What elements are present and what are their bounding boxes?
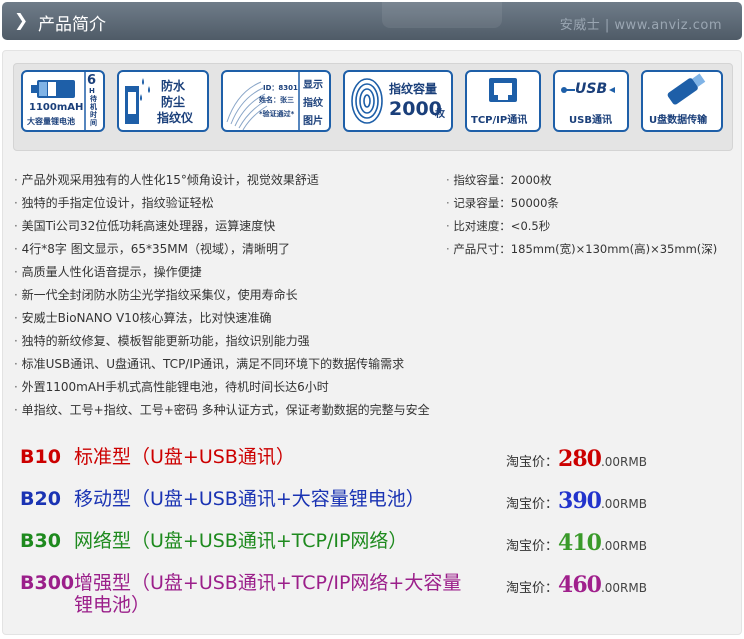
- capacity-label: 指纹容量: [389, 82, 438, 96]
- spec-item: 产品尺寸：185mm(宽)×130mm(高)×35mm(深): [446, 238, 717, 261]
- section-title: 产品简介: [38, 15, 106, 35]
- usb-feature-icon: USB USB通讯: [553, 70, 629, 132]
- price-label: 淘宝价：: [506, 539, 559, 554]
- price-value: 280: [558, 446, 602, 472]
- waterproof-line-1: 防水: [161, 79, 186, 93]
- price-label: 淘宝价：: [506, 455, 559, 470]
- battery-caption: 大容量锂电池: [27, 117, 75, 126]
- waterproof-line-3: 指纹仪: [157, 111, 194, 125]
- list-item: 安威士BioNANO V10核心算法，比对快速准确: [14, 307, 430, 330]
- brand-watermark: 安威士 | www.anviz.com: [559, 18, 722, 33]
- product-row-b300: B300 增强型（U盘+USB通讯+TCP/IP网络+大容量锂电池） 淘宝价：4…: [20, 572, 740, 620]
- display-side-1: 显示: [303, 80, 323, 91]
- list-item: 产品外观采用独有的人性化15°倾角设计，视觉效果舒适: [14, 169, 430, 192]
- product-row-b30: B30 网络型（U盘+USB通讯+TCP/IP网络） 淘宝价：410.00RMB: [20, 530, 740, 558]
- display-name-line: 姓名：张三: [259, 96, 294, 104]
- chevron-right-icon: ❯: [14, 11, 29, 31]
- price-value: 460: [558, 572, 602, 598]
- price-suffix: .00RMB: [600, 539, 647, 553]
- capacity-unit: 枚: [435, 109, 445, 120]
- battery-standby-label: 待机时间: [90, 95, 97, 127]
- tcpip-label: TCP/IP通讯: [471, 115, 528, 126]
- capacity-feature-icon: 指纹容量 2000 枚: [343, 70, 453, 132]
- battery-hours-unit: H: [89, 87, 95, 95]
- display-side-3: 图片: [303, 116, 323, 127]
- display-id-line: ID：8301: [263, 84, 298, 92]
- feature-list: 产品外观采用独有的人性化15°倾角设计，视觉效果舒适 独特的手指定位设计，指纹验…: [14, 169, 430, 422]
- list-item: 高质量人性化语音提示，操作便捷: [14, 261, 430, 284]
- spec-list: 指纹容量：2000枚 记录容量：50000条 比对速度：<0.5秒 产品尺寸：1…: [446, 169, 717, 261]
- product-code: B300: [20, 572, 75, 594]
- product-name: 增强型（U盘+USB通讯+TCP/IP网络+大容量锂电池）: [74, 572, 462, 616]
- spec-item: 记录容量：50000条: [446, 192, 717, 215]
- product-code: B30: [20, 530, 61, 552]
- display-verify-line: *验证通过*: [259, 110, 295, 118]
- product-code: B20: [20, 488, 61, 510]
- product-code: B10: [20, 446, 61, 468]
- price-suffix: .00RMB: [600, 497, 647, 511]
- list-item: 单指纹、工号+指纹、工号+密码 多种认证方式，保证考勤数据的完整与安全: [14, 399, 430, 422]
- header-decoration: [382, 2, 502, 28]
- product-price: 淘宝价：390.00RMB: [506, 488, 647, 514]
- price-value: 410: [558, 530, 602, 556]
- list-item: 外置1100mAH手机式高性能锂电池，待机时间长达6小时: [14, 376, 430, 399]
- spec-item: 指纹容量：2000枚: [446, 169, 717, 192]
- product-name: 网络型（U盘+USB通讯+TCP/IP网络）: [74, 530, 408, 552]
- list-item: 标准USB通讯、U盘通讯、TCP/IP通讯，满足不同环境下的数据传输需求: [14, 353, 430, 376]
- product-price: 淘宝价：280.00RMB: [506, 446, 647, 472]
- usb-logo: USB: [575, 81, 608, 97]
- spec-item: 比对速度：<0.5秒: [446, 215, 717, 238]
- battery-capacity: 1100mAH: [29, 102, 84, 113]
- price-suffix: .00RMB: [600, 581, 647, 595]
- price-value: 390: [558, 488, 602, 514]
- product-price: 淘宝价：460.00RMB: [506, 572, 647, 598]
- list-item: 新一代全封闭防水防尘光学指纹采集仪，使用寿命长: [14, 284, 430, 307]
- product-name: 标准型（U盘+USB通讯）: [74, 446, 295, 468]
- product-price: 淘宝价：410.00RMB: [506, 530, 647, 556]
- list-item: 美国Ti公司32位低功耗高速处理器，运算速度快: [14, 215, 430, 238]
- list-item: 独特的新纹修复、模板智能更新功能，指纹识别能力强: [14, 330, 430, 353]
- list-item: 4行*8字 图文显示，65*35MM（视域），清晰明了: [14, 238, 430, 261]
- display-side-2: 指纹: [303, 98, 323, 109]
- product-row-b10: B10 标准型（U盘+USB通讯） 淘宝价：280.00RMB: [20, 446, 740, 474]
- list-item: 独特的手指定位设计，指纹验证轻松: [14, 192, 430, 215]
- udisk-label: U盘数据传输: [649, 115, 708, 126]
- tcpip-feature-icon: TCP/IP通讯: [465, 70, 541, 132]
- display-feature-icon: ID：8301 姓名：张三 *验证通过* 显示 指纹 图片: [221, 70, 331, 132]
- product-row-b20: B20 移动型（U盘+USB通讯+大容量锂电池） 淘宝价：390.00RMB: [20, 488, 740, 516]
- section-header: ❯ 产品简介 安威士 | www.anviz.com: [2, 2, 742, 40]
- price-label: 淘宝价：: [506, 497, 559, 512]
- udisk-feature-icon: U盘数据传输: [641, 70, 723, 132]
- capacity-value: 2000: [389, 98, 442, 120]
- usb-label: USB通讯: [569, 115, 612, 126]
- battery-hours: 6: [87, 73, 97, 88]
- price-label: 淘宝价：: [506, 581, 559, 596]
- battery-feature-icon: 6 H 待机时间 1100mAH 大容量锂电池: [21, 70, 105, 132]
- price-suffix: .00RMB: [600, 455, 647, 469]
- product-name: 移动型（U盘+USB通讯+大容量锂电池）: [74, 488, 425, 510]
- waterproof-line-2: 防尘: [161, 95, 186, 109]
- waterproof-feature-icon: 防水 防尘 指纹仪: [117, 70, 209, 132]
